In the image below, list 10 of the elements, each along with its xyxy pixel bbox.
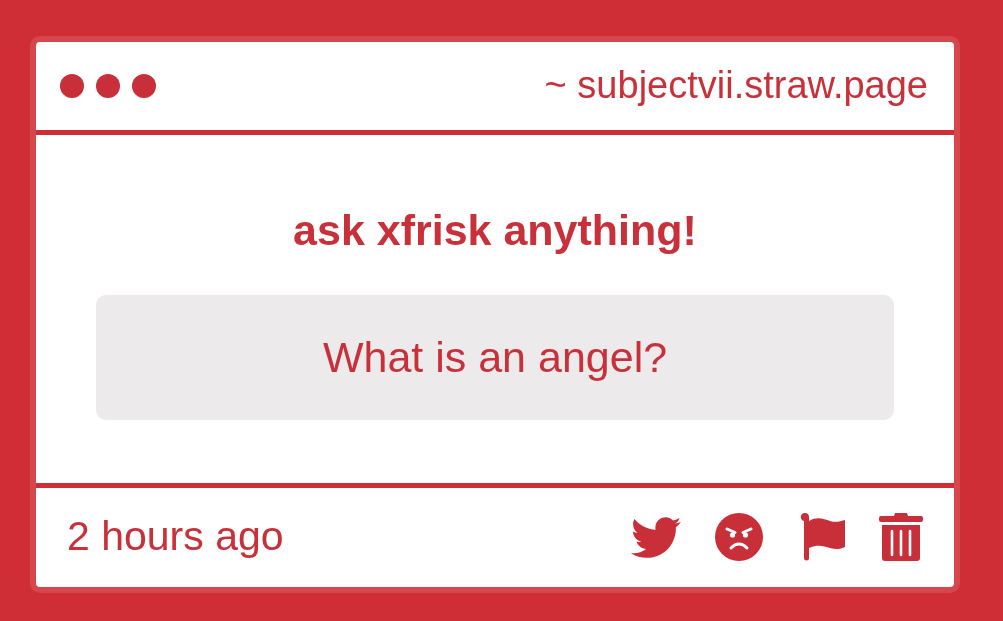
site-address: ~ subjectvii.straw.page bbox=[544, 64, 928, 108]
timestamp: 2 hours ago bbox=[67, 513, 284, 561]
window-dot-icon bbox=[132, 74, 156, 98]
prompt-title: ask xfrisk anything! bbox=[292, 206, 698, 256]
window-dot-icon bbox=[60, 74, 84, 98]
trash-icon[interactable] bbox=[879, 513, 923, 561]
angry-face-icon[interactable] bbox=[715, 513, 763, 561]
window-dot-icon bbox=[96, 74, 120, 98]
bird-icon[interactable] bbox=[631, 516, 681, 558]
question-text: What is an angel? bbox=[322, 333, 668, 383]
